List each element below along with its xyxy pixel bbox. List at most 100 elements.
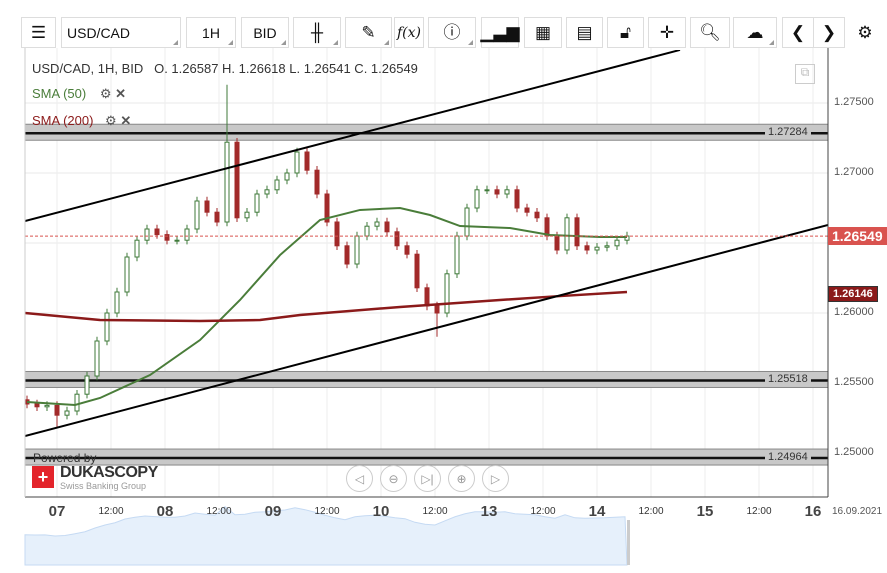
settings-button[interactable]: ⚙ [849, 17, 881, 48]
close-icon[interactable]: ✕ [115, 86, 126, 101]
dukascopy-logo: DUKASCOPY [60, 464, 158, 481]
upload-button[interactable]: ☁ [733, 17, 777, 48]
candlestick-icon: ╫ [310, 23, 324, 42]
candle [344, 245, 350, 265]
indicators-button[interactable]: f(x) [394, 17, 424, 48]
zoom-button[interactable]: 🔍︎ [690, 17, 730, 48]
zoom-out-icon: ⊖ [388, 471, 399, 486]
candle [484, 189, 490, 192]
candle [494, 189, 500, 195]
candle [404, 245, 410, 255]
chart-type-button[interactable]: ╫ [293, 17, 341, 48]
candle [604, 245, 610, 248]
x-tick-label: 16 [804, 503, 822, 520]
candle [284, 172, 290, 181]
draw-button[interactable]: ✎ [345, 17, 392, 48]
bar-chart-icon: ▁▃▆ [480, 23, 520, 42]
trend-line [25, 223, 828, 438]
candle [64, 410, 70, 416]
candle [244, 211, 250, 219]
pan-left-button[interactable]: ◁ [346, 465, 373, 492]
x-tick-label: 12:00 [422, 506, 448, 517]
candle [214, 211, 220, 223]
candle [234, 141, 240, 219]
x-tick-label: 12:00 [530, 506, 556, 517]
side-select[interactable]: BID [241, 17, 289, 48]
candle [194, 200, 200, 230]
plot-area [25, 50, 828, 466]
zoom-in-button[interactable]: ⊕ [448, 465, 475, 492]
side-label: BID [253, 24, 277, 41]
x-tick-label: 10 [372, 503, 390, 520]
candle [44, 404, 50, 408]
candle [54, 404, 60, 416]
gear-icon[interactable]: ⚙ [100, 86, 112, 101]
candle [104, 312, 110, 342]
function-icon: f(x) [396, 24, 421, 41]
zoom-in-icon: ⊕ [456, 471, 467, 486]
candle [374, 221, 380, 227]
close-icon[interactable]: ✕ [120, 113, 131, 128]
candle [224, 141, 230, 223]
y-tick-label: 1.25000 [834, 446, 874, 458]
sma200-label: SMA (200) [32, 113, 94, 128]
symbol-label: USD/CAD [67, 24, 131, 41]
candle [204, 200, 210, 213]
crosshair-button[interactable]: ✛ [648, 17, 686, 48]
x-tick-label: 08 [156, 503, 174, 520]
sma200-legend: SMA (200) ⚙ ✕ [32, 113, 131, 129]
candle [514, 189, 520, 209]
candle [474, 189, 480, 209]
x-tick-label: 12:00 [746, 506, 772, 517]
candle [504, 189, 510, 195]
menu-button[interactable]: ☰ [21, 17, 56, 48]
candle [334, 221, 340, 247]
y-tick-label: 1.26000 [834, 306, 874, 318]
popout-icon[interactable]: ⧉ [795, 64, 815, 84]
ohlc-legend: USD/CAD, 1H, BID O. 1.26587 H. 1.26618 L… [32, 61, 418, 76]
zoom-out-button[interactable]: ⊖ [380, 465, 407, 492]
candle [174, 239, 180, 242]
volume-button[interactable]: ▁▃▆ [480, 17, 520, 48]
level-label: 1.27284 [765, 126, 811, 139]
candle [464, 207, 470, 237]
date-label: 16.09.2021 [832, 506, 883, 517]
candle [74, 393, 80, 412]
candle [384, 221, 390, 233]
info-button[interactable]: ⓘ [428, 17, 476, 48]
chevron-left-icon: ❮ [790, 23, 806, 42]
x-tick-label: 09 [264, 503, 282, 520]
y-tick-label: 1.25500 [834, 376, 874, 388]
x-tick-label: 12:00 [314, 506, 340, 517]
skip-end-icon: ▷| [421, 471, 434, 486]
cloud-upload-icon: ☁ [746, 23, 764, 42]
go-latest-button[interactable]: ▷| [414, 465, 441, 492]
pan-right-button[interactable]: ▷ [482, 465, 509, 492]
news-button[interactable]: ▤ [566, 17, 603, 48]
calendar-button[interactable]: ▦ [524, 17, 562, 48]
last-price-tag: 1.26549 [828, 227, 887, 246]
scroll-right-button[interactable]: ❯ [813, 17, 845, 48]
scroll-left-button[interactable]: ❮ [782, 17, 814, 48]
candle [584, 245, 590, 251]
navigator-handle [627, 520, 630, 565]
candle [534, 211, 540, 219]
candle [394, 231, 400, 247]
x-tick-label: 07 [48, 503, 66, 520]
candle [114, 291, 120, 314]
candle [304, 151, 310, 171]
lock-button[interactable]: 🔓︎ [607, 17, 644, 48]
gear-icon[interactable]: ⚙ [105, 113, 117, 128]
candle [354, 235, 360, 265]
calendar-icon: ▦ [534, 23, 552, 42]
legend-ohlc: O. 1.26587 H. 1.26618 L. 1.26541 C. 1.26… [154, 61, 418, 76]
sma200-price-tag: 1.26146 [828, 285, 878, 302]
period-select[interactable]: 1H [186, 17, 236, 48]
price-chart[interactable] [0, 48, 887, 573]
symbol-select[interactable]: USD/CAD [61, 17, 181, 48]
candle [414, 253, 420, 289]
legend-title: USD/CAD, 1H, BID [32, 61, 144, 76]
candle [564, 217, 570, 251]
candle [264, 189, 270, 195]
x-tick-label: 14 [588, 503, 606, 520]
